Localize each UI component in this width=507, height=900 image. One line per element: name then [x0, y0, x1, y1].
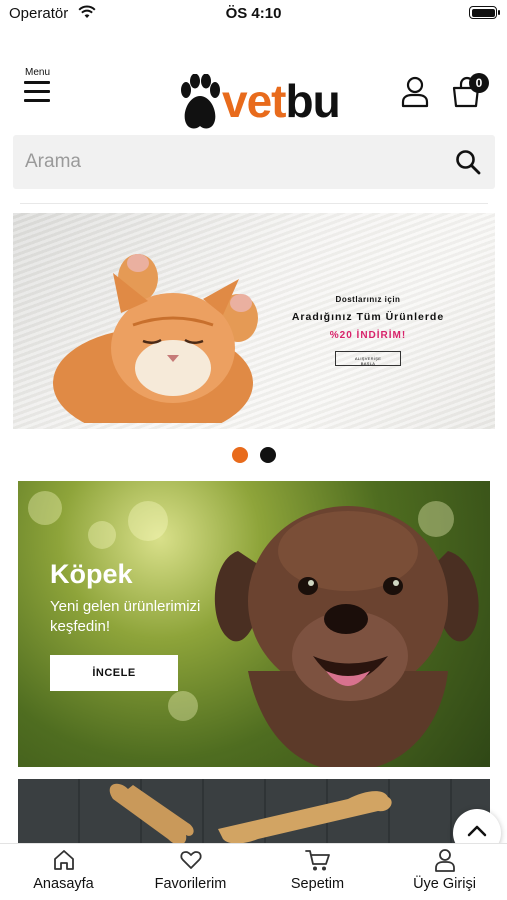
banner-text: Dostlarınız için Aradığınız Tüm Ürünlerd…	[268, 295, 468, 370]
search-bar	[13, 135, 495, 189]
banner-line-1: Dostlarınız için	[335, 295, 401, 304]
tab-cart-label: Sepetim	[290, 876, 345, 892]
tab-home-label: Anasayfa	[33, 876, 94, 892]
vetbu-logo[interactable]: vetbu	[180, 72, 341, 132]
banner-line-2: Aradığınız Tüm Ürünlerde	[291, 311, 445, 323]
inspect-button[interactable]: İNCELE	[50, 655, 178, 691]
category-subtitle: Yeni gelen ürünlerimizi keşfedin!	[50, 598, 201, 635]
category-card-dog[interactable]: Köpek Yeni gelen ürünlerimizi keşfedin! …	[18, 481, 490, 767]
user-icon	[434, 849, 455, 872]
slider-dot-active[interactable]	[232, 447, 248, 463]
category-title: Köpek	[50, 559, 133, 589]
home-icon	[53, 850, 74, 870]
clock: ÖS 4:10	[225, 5, 282, 22]
header-divider	[20, 203, 488, 204]
bone-illustration	[109, 783, 392, 845]
search-input[interactable]	[13, 135, 443, 189]
cart-count-badge: 0	[469, 73, 489, 93]
chevron-up-icon	[467, 825, 487, 837]
tab-home[interactable]: Anasayfa	[0, 848, 127, 892]
tab-cart[interactable]: Sepetim	[254, 848, 381, 892]
category-card-treats[interactable]	[18, 779, 490, 845]
battery-icon	[469, 6, 500, 19]
logo-wordmark: vetbu	[222, 75, 341, 127]
banner-discount: %20 İNDİRİM!	[329, 330, 407, 341]
paw-icon	[181, 74, 220, 129]
slider-pagination	[232, 447, 292, 463]
tab-login-label: Üye Girişi	[413, 876, 476, 892]
account-icon[interactable]	[400, 76, 430, 108]
hamburger-menu-icon[interactable]	[24, 81, 50, 103]
cart-icon	[304, 850, 330, 871]
slider-dot[interactable]	[260, 447, 276, 463]
tab-favorites[interactable]: Favorilerim	[127, 848, 254, 892]
search-icon[interactable]	[455, 149, 481, 175]
promo-banner[interactable]: Dostlarınız için Aradığınız Tüm Ürünlerd…	[13, 213, 495, 429]
banner-shop-button[interactable]: ALIŞVERİŞE BAŞLA	[335, 351, 401, 366]
app-header: Menu vetbu 0	[0, 60, 507, 130]
bottom-tab-bar: Anasayfa Favorilerim Sepetim Üye Girişi	[0, 843, 507, 900]
heart-icon	[179, 851, 202, 869]
status-bar: Operatör ÖS 4:10	[0, 0, 507, 30]
tab-login[interactable]: Üye Girişi	[381, 848, 507, 892]
menu-label: Menu	[25, 67, 51, 78]
kitten-illustration	[53, 254, 258, 423]
tab-favorites-label: Favorilerim	[154, 876, 227, 892]
